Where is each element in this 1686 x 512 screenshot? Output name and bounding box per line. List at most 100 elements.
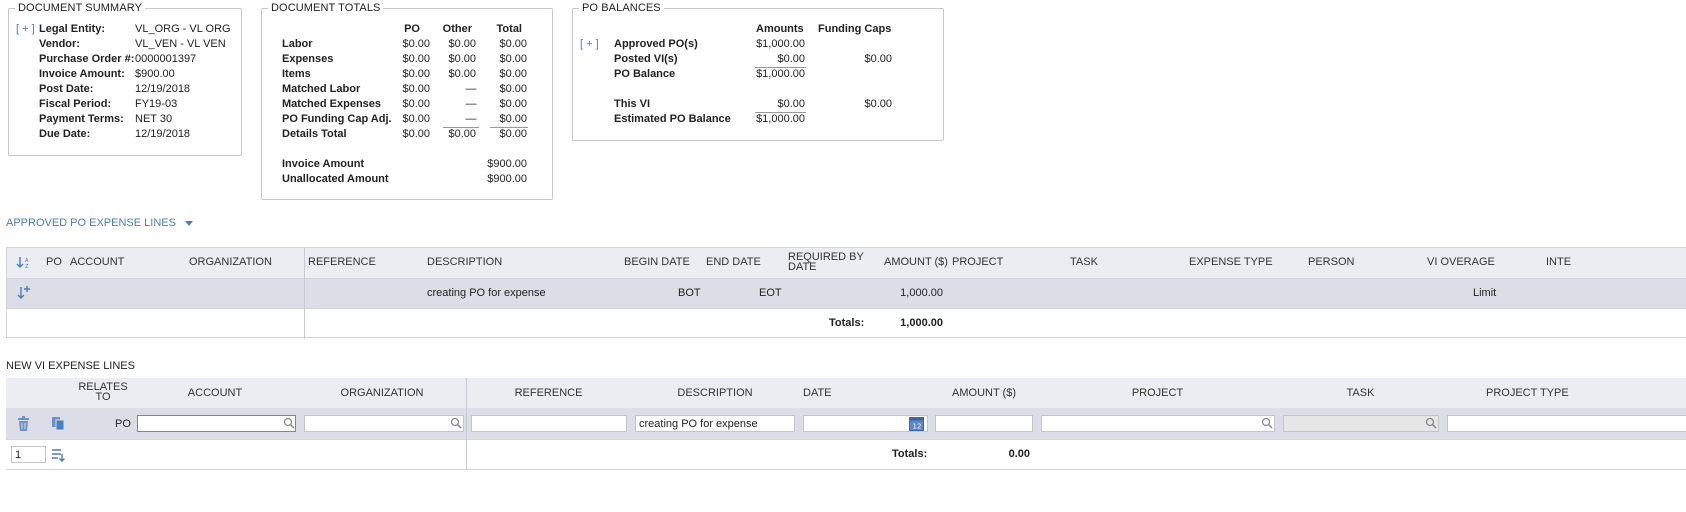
unallocated-amount-value: $900.00 <box>487 173 527 185</box>
vendor-value: VL_VEN - VL VEN <box>135 38 226 50</box>
totals-row-po: $0.00 <box>402 68 430 80</box>
invoice-amount-total-value: $900.00 <box>487 158 527 170</box>
col-date: DATE <box>803 387 832 399</box>
purchase-order-label: Purchase Order #: <box>39 53 135 65</box>
totals-col-po: PO <box>404 23 420 35</box>
due-date-label: Due Date: <box>39 128 91 140</box>
col-person: PERSON <box>1308 256 1355 268</box>
po-balances-expand-button[interactable]: [ + ] <box>580 38 599 50</box>
col-amount: AMOUNT ($) <box>884 256 948 268</box>
approved-po-expense-lines-toggle[interactable]: APPROVED PO EXPENSE LINES <box>6 217 194 229</box>
estimated-po-balance-label: Estimated PO Balance <box>614 113 731 125</box>
search-icon[interactable] <box>450 417 462 429</box>
approved-lines-row <box>7 278 1686 308</box>
totals-col-other: Other <box>442 23 472 35</box>
invoice-amount-value: $900.00 <box>135 68 175 80</box>
col-project: PROJECT <box>952 256 1004 268</box>
col-vi-overage: VI OVERAGE <box>1427 256 1495 268</box>
row-end-date: EOT <box>759 287 782 299</box>
row-count-field[interactable] <box>11 446 46 463</box>
this-vi-label: This VI <box>614 98 651 110</box>
col-expense-type: EXPENSE TYPE <box>1189 256 1273 268</box>
reference-field[interactable] <box>471 415 627 432</box>
new-lines-frozen-divider <box>466 378 467 470</box>
search-icon[interactable] <box>1261 417 1273 429</box>
totals-row-other: $0.00 <box>448 68 476 80</box>
totals-row-total: $0.00 <box>499 38 527 50</box>
po-balances-col-amounts: Amounts <box>756 23 804 35</box>
document-summary-expand-button[interactable]: [ + ] <box>16 23 35 35</box>
totals-row-label: PO Funding Cap Adj. <box>282 113 392 125</box>
totals-row-label: Labor <box>282 38 313 50</box>
chevron-down-icon <box>185 220 194 226</box>
task-field[interactable] <box>1283 415 1439 432</box>
post-date-label: Post Date: <box>39 83 94 95</box>
calendar-icon[interactable]: 12 <box>909 416 924 434</box>
account-field[interactable] <box>137 415 296 432</box>
approved-pos-label: Approved PO(s) <box>614 38 698 50</box>
approved-totals-label: Totals: <box>829 317 865 329</box>
sort-add-icon[interactable]: AZ <box>16 256 32 273</box>
totals-row-po: $0.00 <box>402 113 430 125</box>
totals-row-po: $0.00 <box>402 83 430 95</box>
copy-icon[interactable] <box>51 416 65 434</box>
fiscal-period-value: FY19-03 <box>135 98 178 110</box>
po-balance-label: PO Balance <box>614 68 676 80</box>
col-description: DESCRIPTION <box>427 256 503 268</box>
totals-row-po: $0.00 <box>402 98 430 110</box>
totals-row-po: $0.00 <box>402 53 430 65</box>
this-vi-cap: $0.00 <box>864 98 892 110</box>
totals-row-label: Details Total <box>282 128 347 140</box>
row-relates-to: PO <box>115 418 131 430</box>
delete-icon[interactable] <box>17 416 30 434</box>
totals-row-total: $0.00 <box>499 113 527 125</box>
totals-row-total: $0.00 <box>499 98 527 110</box>
col-account: ACCOUNT <box>70 256 125 268</box>
search-icon[interactable] <box>283 417 295 429</box>
col-account: ACCOUNT <box>187 387 243 399</box>
totals-col-total: Total <box>496 23 522 35</box>
totals-row-other: $0.00 <box>448 128 476 140</box>
description-field[interactable] <box>635 415 795 432</box>
totals-row-po: $0.00 <box>402 128 430 140</box>
fiscal-period-label: Fiscal Period: <box>39 98 112 110</box>
legal-entity-value: VL_ORG - VL ORG <box>135 23 231 35</box>
new-vi-lines-title: NEW VI EXPENSE LINES <box>6 360 135 372</box>
document-totals-legend: DOCUMENT TOTALS <box>271 2 381 14</box>
totals-row-label: Items <box>282 68 311 80</box>
this-vi-amount: $0.00 <box>777 98 805 110</box>
approved-lines-header-rule <box>7 278 1686 279</box>
due-date-value: 12/19/2018 <box>135 128 191 140</box>
posted-vis-amount: $0.00 <box>777 53 805 65</box>
add-rows-icon[interactable] <box>50 446 66 465</box>
totals-row-total: $0.00 <box>499 68 527 80</box>
totals-row-other: $0.00 <box>448 53 476 65</box>
approved-lines-row-rule <box>7 308 1686 309</box>
po-balances-col-funding-caps: Funding Caps <box>818 23 892 35</box>
col-amount: AMOUNT ($) <box>952 387 1016 399</box>
approved-lines-title: APPROVED PO EXPENSE LINES <box>6 217 176 229</box>
svg-text:Z: Z <box>25 264 29 270</box>
project-field[interactable] <box>1041 415 1275 432</box>
col-description: DESCRIPTION <box>677 387 753 399</box>
purchase-order-value: 0000001397 <box>135 53 197 65</box>
invoice-amount-total-label: Invoice Amount <box>282 158 365 170</box>
row-vi-overage: Limit <box>1473 287 1497 299</box>
col-task: TASK <box>1070 256 1098 268</box>
legal-entity-label: Legal Entity: <box>39 23 106 35</box>
totals-row-other: $0.00 <box>448 38 476 50</box>
organization-field[interactable] <box>304 415 464 432</box>
add-line-icon[interactable] <box>16 285 32 303</box>
po-balance-amount: $1,000.00 <box>756 68 805 80</box>
col-end-date: END DATE <box>706 256 761 268</box>
row-begin-date: BOT <box>678 287 701 299</box>
col-begin-date: BEGIN DATE <box>624 256 690 268</box>
estimated-po-balance-amount: $1,000.00 <box>756 113 805 125</box>
project-type-field[interactable] <box>1447 415 1686 432</box>
search-icon <box>1425 417 1437 429</box>
invoice-amount-label: Invoice Amount: <box>39 68 125 80</box>
amount-field[interactable] <box>935 415 1033 432</box>
col-project-type: PROJECT TYPE <box>1486 387 1569 399</box>
payment-terms-label: Payment Terms: <box>39 113 124 125</box>
vendor-label: Vendor: <box>39 38 80 50</box>
